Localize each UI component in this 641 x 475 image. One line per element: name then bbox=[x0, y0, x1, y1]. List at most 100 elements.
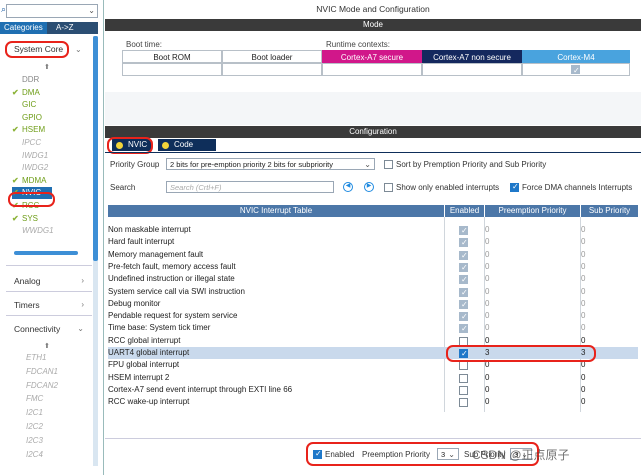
table-row[interactable]: Time base: System tick timer 0 0 bbox=[108, 322, 638, 335]
search-label: Search bbox=[110, 183, 136, 192]
enabled-checkbox bbox=[459, 323, 468, 335]
chevron-down-icon: ⌄ bbox=[448, 450, 455, 459]
sub-priority-cell[interactable]: 0 bbox=[581, 249, 585, 261]
table-row[interactable]: Pre-fetch fault, memory access fault 0 0 bbox=[108, 261, 638, 274]
show-enabled-checkbox[interactable] bbox=[384, 183, 393, 192]
table-row[interactable]: Cortex-A7 send event interrupt through E… bbox=[108, 384, 638, 396]
boot-time-label: Boot time: bbox=[126, 40, 163, 49]
mode-spacer bbox=[105, 92, 641, 125]
sidebar-item-iwdg1[interactable]: IWDG1 bbox=[12, 150, 48, 162]
horizontal-scrollbar[interactable] bbox=[14, 251, 78, 255]
header-preemption-priority[interactable]: Preemption Priority bbox=[485, 205, 580, 217]
scrollbar-thumb[interactable] bbox=[93, 36, 98, 261]
vertical-scrollbar[interactable] bbox=[93, 36, 98, 466]
force-dma-checkbox[interactable] bbox=[510, 182, 519, 192]
preemption-priority-cell[interactable]: 0 bbox=[485, 322, 489, 334]
tab-code-generation[interactable]: Code generation bbox=[158, 139, 216, 161]
table-row[interactable]: HSEM interrupt 2 0 0 bbox=[108, 372, 638, 384]
table-row[interactable]: Pendable request for system service 0 0 bbox=[108, 310, 638, 323]
sidebar-item-dma[interactable]: ✔ DMA bbox=[12, 87, 40, 99]
sidebar-item-label: IWDG1 bbox=[22, 150, 49, 160]
sub-priority-cell[interactable]: 0 bbox=[581, 310, 585, 322]
sidebar-item-wwdg1[interactable]: WWDG1 bbox=[12, 225, 54, 237]
sidebar-item-eth1[interactable]: ETH1 bbox=[26, 352, 46, 364]
sidebar-item-sys[interactable]: ✔ SYS bbox=[12, 213, 38, 225]
preemption-priority-cell[interactable]: 0 bbox=[485, 286, 489, 298]
enabled-checkbox[interactable] bbox=[459, 398, 468, 408]
sub-priority-cell[interactable]: 0 bbox=[581, 273, 585, 285]
preemption-priority-cell[interactable]: 0 bbox=[485, 224, 489, 236]
sub-priority-cell[interactable]: 0 bbox=[581, 396, 585, 408]
sub-priority-cell[interactable]: 0 bbox=[581, 322, 585, 334]
enabled-checkbox[interactable] bbox=[459, 373, 468, 383]
sidebar-item-i2c3[interactable]: I2C3 bbox=[26, 435, 43, 447]
sidebar-item-hsem[interactable]: ✔ HSEM bbox=[12, 124, 45, 136]
nvic-search-input[interactable]: Search (Crtl+F) bbox=[166, 181, 334, 193]
show-enabled-label: Show only enabled interrupts bbox=[396, 183, 500, 192]
table-row[interactable]: Undefined instruction or illegal state 0 0 bbox=[108, 273, 638, 286]
table-row[interactable]: RCC wake-up interrupt 0 0 bbox=[108, 396, 638, 408]
chevron-down-icon[interactable]: ⌄ bbox=[75, 45, 82, 54]
sidebar-item-label: IPCC bbox=[22, 138, 42, 147]
preemption-priority-cell[interactable]: 0 bbox=[485, 261, 489, 273]
preemption-priority-cell[interactable]: 0 bbox=[485, 236, 489, 248]
preemption-priority-cell[interactable]: 0 bbox=[485, 273, 489, 285]
sort-checkbox[interactable] bbox=[384, 160, 393, 169]
preemption-priority-cell[interactable]: 0 bbox=[485, 396, 489, 408]
bottom-enabled-checkbox[interactable] bbox=[313, 449, 322, 459]
sub-priority-cell[interactable]: 0 bbox=[581, 224, 585, 236]
header-sub-priority[interactable]: Sub Priority bbox=[581, 205, 638, 217]
sidebar-item-i2c4[interactable]: I2C4 bbox=[26, 449, 43, 461]
sub-priority-cell[interactable]: 0 bbox=[581, 298, 585, 310]
sidebar-item-fdcan2[interactable]: FDCAN2 bbox=[26, 380, 58, 392]
sidebar-item-ddr[interactable]: DDR bbox=[12, 74, 39, 86]
enabled-checkbox bbox=[459, 287, 468, 299]
search-prev-icon[interactable]: ◀ bbox=[343, 182, 353, 192]
sub-priority-cell[interactable]: 0 bbox=[581, 384, 585, 396]
category-analog[interactable]: Analog › bbox=[14, 274, 84, 288]
table-row[interactable]: Memory management fault 0 0 bbox=[108, 249, 638, 262]
preemption-priority-cell[interactable]: 0 bbox=[485, 384, 489, 396]
preemption-priority-cell[interactable]: 0 bbox=[485, 310, 489, 322]
component-search-input[interactable]: ⌄ bbox=[6, 4, 98, 18]
preemption-priority-cell[interactable]: 0 bbox=[485, 249, 489, 261]
enabled-checkbox[interactable] bbox=[459, 361, 468, 371]
search-placeholder: Search (Crtl+F) bbox=[170, 183, 222, 192]
sub-priority-cell[interactable]: 0 bbox=[581, 372, 585, 384]
category-timers[interactable]: Timers › bbox=[14, 298, 84, 312]
table-row[interactable]: Hard fault interrupt 0 0 bbox=[108, 236, 638, 249]
sidebar-item-iwdg2[interactable]: IWDG2 bbox=[12, 162, 48, 174]
divider bbox=[6, 265, 92, 266]
sidebar-item-i2c2[interactable]: I2C2 bbox=[26, 421, 43, 433]
table-row[interactable]: Debug monitor 0 0 bbox=[108, 298, 638, 311]
tab-a-z[interactable]: A->Z bbox=[52, 22, 78, 34]
sidebar-item-fdcan1[interactable]: FDCAN1 bbox=[26, 366, 58, 378]
tab-categories[interactable]: Categories bbox=[0, 22, 47, 34]
sidebar-item-ipcc[interactable]: IPCC bbox=[12, 137, 41, 149]
sidebar-item-gpio[interactable]: GPIO bbox=[12, 112, 42, 124]
check-icon: ✔ bbox=[12, 175, 19, 185]
preemption-priority-cell[interactable]: 0 bbox=[485, 298, 489, 310]
enabled-checkbox[interactable] bbox=[459, 385, 468, 395]
header-enabled[interactable]: Enabled bbox=[445, 205, 484, 217]
preemption-priority-cell[interactable]: 0 bbox=[485, 372, 489, 384]
sidebar-item-fmc[interactable]: FMC bbox=[26, 393, 43, 405]
search-next-icon[interactable]: ▶ bbox=[364, 182, 374, 192]
table-row[interactable]: System service call via SWI instruction 0… bbox=[108, 286, 638, 299]
sub-priority-cell[interactable]: 0 bbox=[581, 261, 585, 273]
header-nvic-interrupt-table[interactable]: NVIC Interrupt Table bbox=[108, 205, 444, 217]
priority-group-select[interactable]: 2 bits for pre-emption priority 2 bits f… bbox=[166, 158, 375, 170]
table-row[interactable]: Non maskable interrupt 0 0 bbox=[108, 224, 638, 237]
sidebar-item-label: SYS bbox=[22, 213, 39, 223]
chevron-down-icon[interactable]: ⌄ bbox=[88, 6, 95, 15]
sidebar-item-i2c1[interactable]: I2C1 bbox=[26, 407, 43, 419]
sort-label: Sort by Premption Priority and Sub Prior… bbox=[396, 160, 547, 169]
sub-priority-cell[interactable]: 0 bbox=[581, 236, 585, 248]
sidebar-item-gic[interactable]: GIC bbox=[12, 99, 36, 111]
sub-priority-cell[interactable]: 0 bbox=[581, 286, 585, 298]
interrupt-name: Pre-fetch fault, memory access fault bbox=[108, 261, 236, 271]
preemption-priority-select[interactable]: 3 ⌄ bbox=[437, 448, 459, 460]
mode-section-bar: Mode bbox=[105, 19, 641, 31]
sidebar-item-mdma[interactable]: ✔ MDMA bbox=[12, 175, 46, 187]
category-connectivity[interactable]: Connectivity ⌄ bbox=[14, 322, 84, 336]
